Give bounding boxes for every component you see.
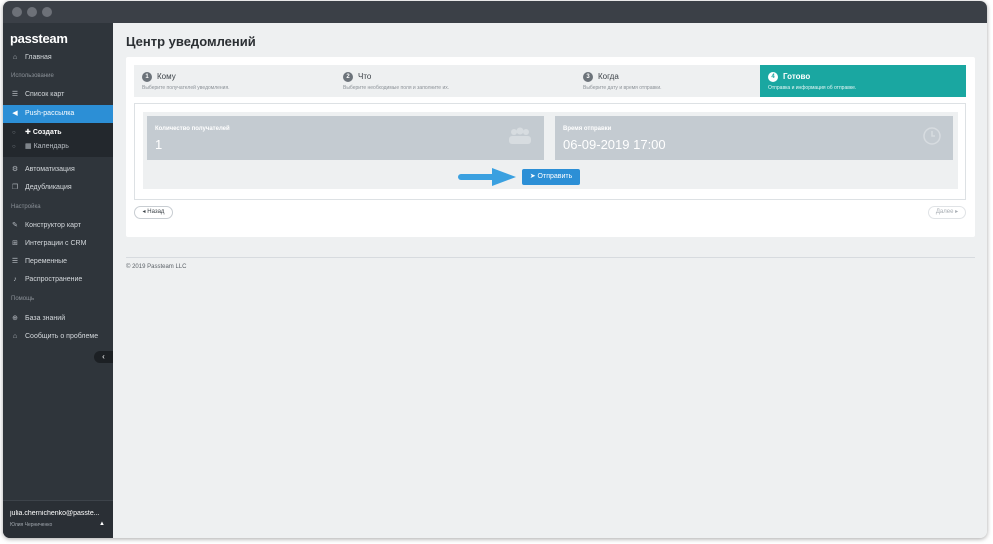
step-title: Готово xyxy=(783,72,811,81)
title-bar xyxy=(3,1,987,23)
bell-icon: ♪ xyxy=(13,276,17,283)
footer-divider xyxy=(126,257,975,258)
step-description: Выберите необходимые поля и заполните их… xyxy=(343,85,450,91)
main-content: Центр уведомлений 1 Кому Выберите получа… xyxy=(113,23,987,538)
recipients-stat: Количество получателей 1 xyxy=(147,116,544,160)
users-icon xyxy=(508,127,532,150)
sidebar-item-card-list[interactable]: ☰ Список карт xyxy=(3,86,113,104)
section-label-help: Помощь xyxy=(11,296,35,302)
sidebar-item-label: Интеграции с CRM xyxy=(25,240,87,247)
sidebar: passteam ⌂ Главная Использование ☰ Списо… xyxy=(3,23,113,538)
sidebar-item-report[interactable]: ⌂ Сообщить о проблеме xyxy=(3,328,113,346)
sidebar-item-knowledge[interactable]: ⊕ База знаний xyxy=(3,310,113,328)
step-title: Когда xyxy=(598,72,619,81)
app-window: passteam ⌂ Главная Использование ☰ Списо… xyxy=(3,1,987,538)
chevron-up-icon[interactable]: ▲ xyxy=(99,521,105,527)
next-button[interactable]: Далее ▸ xyxy=(928,206,966,219)
step-number: 4 xyxy=(768,72,778,82)
wizard-card: 1 Кому Выберите получателей уведомления.… xyxy=(126,57,975,237)
sidebar-item-label: База знаний xyxy=(25,315,66,322)
footer-copyright: © 2019 Passteam LLC xyxy=(126,264,187,270)
sidebar-item-home[interactable]: ⌂ Главная xyxy=(3,49,113,67)
step-title: Что xyxy=(358,72,372,81)
sidebar-item-crm[interactable]: ⊞ Интеграции с CRM xyxy=(3,235,113,253)
step-number: 2 xyxy=(343,72,353,82)
copy-icon: ❐ xyxy=(11,184,19,191)
recipients-label: Количество получателей xyxy=(155,126,230,132)
step-description: Выберите дату и время отправки. xyxy=(583,85,662,91)
send-time-value: 06-09-2019 17:00 xyxy=(563,137,666,152)
step-number: 1 xyxy=(142,72,152,82)
list-icon: ☰ xyxy=(11,91,19,98)
sidebar-item-automation[interactable]: ⚙ Автоматизация xyxy=(3,161,113,179)
calendar-icon: ▦ xyxy=(25,143,32,150)
home-icon: ⌂ xyxy=(12,54,18,61)
list-icon: ☰ xyxy=(11,258,19,265)
plus-icon: ✚ xyxy=(25,129,31,136)
step-number: 3 xyxy=(583,72,593,82)
pointer-arrow-icon xyxy=(458,168,516,186)
arrow-left-circle-icon: ◂ xyxy=(142,209,146,215)
send-button-label: Отправить xyxy=(537,173,573,180)
sidebar-item-label: Распространение xyxy=(25,276,83,283)
subitem-label: Календарь xyxy=(33,143,69,150)
recipients-value: 1 xyxy=(155,137,163,152)
step-done[interactable]: 4 Готово Отправка и информация об отправ… xyxy=(760,65,966,97)
step-title: Кому xyxy=(157,72,176,81)
minimize-window-dot[interactable] xyxy=(27,7,37,17)
sidebar-item-dedup[interactable]: ❐ Дедубликация xyxy=(3,179,113,197)
user-menu[interactable]: julia.chernichenko@passte... Юлия Чернич… xyxy=(3,500,113,538)
subitem-label: Создать xyxy=(32,129,62,136)
next-button-label: Далее xyxy=(935,209,954,215)
logo[interactable]: passteam xyxy=(10,31,68,46)
sidebar-item-label: Конструктор карт xyxy=(25,222,81,229)
sitemap-icon: ⊞ xyxy=(12,240,18,247)
section-label-settings: Настройка xyxy=(11,204,41,210)
sidebar-item-distribution[interactable]: ♪ Распространение xyxy=(3,271,113,289)
arrow-right-circle-icon: ▸ xyxy=(955,209,959,215)
section-label-usage: Использование xyxy=(11,73,54,79)
step-what[interactable]: 2 Что Выберите необходимые поля и заполн… xyxy=(335,65,575,97)
paper-plane-icon: ➤ xyxy=(529,173,536,180)
subitem-calendar[interactable]: ○ ▦ Календарь xyxy=(3,140,113,154)
sidebar-collapse-button[interactable]: ‹ xyxy=(94,351,113,363)
wizard-steps: 1 Кому Выберите получателей уведомления.… xyxy=(134,65,966,97)
user-email: julia.chernichenko@passte... xyxy=(10,510,100,517)
sidebar-item-label: Список карт xyxy=(25,91,65,98)
bank-icon: ⌂ xyxy=(12,333,18,340)
back-button[interactable]: ◂ Назад xyxy=(134,206,173,219)
sidebar-item-label: Переменные xyxy=(25,258,68,265)
send-time-label: Время отправки xyxy=(563,126,612,132)
clock-icon xyxy=(923,127,941,150)
sidebar-item-label: Автоматизация xyxy=(25,166,75,173)
send-button[interactable]: ➤ Отправить xyxy=(522,169,580,185)
brush-icon: ✎ xyxy=(12,222,18,229)
push-subnav: ○ ✚ Создать ○ ▦ Календарь xyxy=(3,123,113,157)
sidebar-item-card-builder[interactable]: ✎ Конструктор карт xyxy=(3,217,113,235)
page-title: Центр уведомлений xyxy=(126,34,256,49)
send-time-stat: Время отправки 06-09-2019 17:00 xyxy=(555,116,953,160)
summary-box: Количество получателей 1 Время отправки … xyxy=(134,103,966,200)
user-name: Юлия Черниченко xyxy=(10,522,53,528)
maximize-window-dot[interactable] xyxy=(42,7,52,17)
lifebuoy-icon: ⊕ xyxy=(12,315,18,322)
step-who[interactable]: 1 Кому Выберите получателей уведомления. xyxy=(134,65,335,97)
sidebar-item-push[interactable]: ◀ Push-рассылка xyxy=(3,105,113,123)
back-button-label: Назад xyxy=(147,209,165,215)
step-description: Выберите получателей уведомления. xyxy=(142,85,230,91)
sidebar-item-label: Сообщить о проблеме xyxy=(25,333,99,340)
summary-panel: Количество получателей 1 Время отправки … xyxy=(143,112,958,189)
sidebar-item-label: Дедубликация xyxy=(25,184,72,191)
subitem-create[interactable]: ○ ✚ Создать xyxy=(3,126,113,140)
sidebar-item-label: Главная xyxy=(25,54,52,61)
step-when[interactable]: 3 Когда Выберите дату и время отправки. xyxy=(575,65,760,97)
gear-icon: ⚙ xyxy=(11,166,19,173)
sidebar-item-label: Push-рассылка xyxy=(25,110,75,117)
megaphone-icon: ◀ xyxy=(12,110,18,117)
sidebar-item-variables[interactable]: ☰ Переменные xyxy=(3,253,113,271)
close-window-dot[interactable] xyxy=(12,7,22,17)
step-description: Отправка и информация об отправке. xyxy=(768,85,857,91)
